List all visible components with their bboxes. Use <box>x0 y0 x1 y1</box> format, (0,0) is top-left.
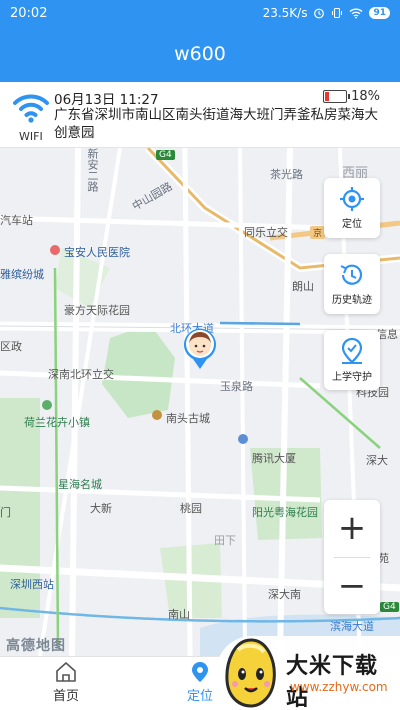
tab-home[interactable]: 首页 <box>26 661 106 709</box>
map-label: 京 <box>310 226 326 239</box>
connection-label: WIFI <box>19 130 43 143</box>
map-label: 荷兰花卉小镇 <box>24 416 90 429</box>
map-label: 深大南 <box>268 588 301 601</box>
crosshair-icon <box>340 187 364 211</box>
tab-home-label: 首页 <box>52 689 79 704</box>
map-label: 玉泉路 <box>220 380 253 393</box>
map-label: 田下 <box>214 534 236 547</box>
hospital-icon <box>50 245 60 255</box>
vibrate-icon <box>332 7 343 19</box>
status-bar: 20:02 23.5K/s 91 <box>0 0 400 26</box>
map-label: 汽车站 <box>0 214 33 227</box>
building-icon <box>238 434 248 444</box>
locate-label: 定位 <box>342 219 362 230</box>
device-connection: WIFI <box>12 90 52 143</box>
map-label: 阳光粤海花园 <box>252 506 318 519</box>
map-label: 同乐立交 <box>244 226 288 239</box>
home-icon <box>56 662 76 682</box>
map-label: 新安二路 <box>86 148 99 192</box>
map-label: 茶光路 <box>270 168 303 181</box>
tab-location-label: 定位 <box>186 689 213 704</box>
zoom-out-button[interactable]: − <box>324 558 380 614</box>
map-label: 滨海大道 <box>330 620 374 633</box>
battery-percent: 18% <box>351 89 380 104</box>
history-track-button[interactable]: 历史轨迹 <box>324 254 380 314</box>
battery-icon: 91 <box>369 7 390 19</box>
location-pin-icon <box>192 662 208 682</box>
watermark-url: www.zzhyw.com <box>290 680 388 694</box>
map-label: 门 <box>0 506 11 519</box>
school-guard-button[interactable]: 上学守护 <box>324 330 380 390</box>
map-label: 腾讯大厦 <box>252 452 296 465</box>
wifi-icon <box>13 94 49 123</box>
history-icon <box>340 264 363 285</box>
battery-icon <box>323 90 351 103</box>
device-info-panel: WIFI 06月13日 11:27 18% 广东省深圳市南山区南头街道海大班门弄… <box>0 82 400 148</box>
map-view[interactable]: 新安二路 G4 茶光路 西丽 中山园路 汽车站 同乐立交 京 宝安人民医院 雅缤… <box>0 148 400 656</box>
locate-button[interactable]: 定位 <box>324 178 380 238</box>
landmark-icon <box>152 410 162 420</box>
map-provider-logo: 高德地图 <box>6 638 66 654</box>
map-label: 深南北环立交 <box>48 368 114 381</box>
map-label: 星海名城 <box>58 478 102 491</box>
device-battery: 18% <box>323 89 380 104</box>
map-label: 豪方天际花园 <box>64 304 130 317</box>
map-label: 南山 <box>168 608 190 621</box>
map-label: 桃园 <box>180 502 202 515</box>
zoom-control: + − <box>324 500 380 614</box>
wifi-icon <box>350 8 363 19</box>
map-label: 深大 <box>366 454 388 467</box>
title-bar: w600 <box>0 26 400 82</box>
network-speed: 23.5K/s <box>262 6 308 20</box>
site-watermark: 大米下载站 www.zzhyw.com <box>216 636 400 710</box>
device-location-marker[interactable] <box>182 326 218 370</box>
zoom-in-button[interactable]: + <box>324 500 380 556</box>
map-label: 朗山 <box>292 280 314 293</box>
map-label: 区政 <box>0 340 22 353</box>
shield-pin-icon <box>341 337 363 364</box>
park-icon <box>42 400 52 410</box>
map-label: 雅缤纷城 <box>0 268 44 281</box>
map-label: 深圳西站 <box>10 578 54 591</box>
watermark-title: 大米下载站 <box>286 654 379 710</box>
map-label: G4 <box>380 602 399 612</box>
map-label: 大新 <box>90 502 112 515</box>
page-title: w600 <box>174 43 226 65</box>
rice-mascot-icon <box>225 638 276 708</box>
device-address: 广东省深圳市南山区南头街道海大班门弄釜私房菜海大创意园 <box>54 107 378 141</box>
child-avatar-icon <box>184 328 216 369</box>
map-label: G4 <box>156 150 175 160</box>
device-datetime: 06月13日 11:27 <box>54 92 159 108</box>
battery-fill <box>325 92 330 101</box>
map-label: 宝安人民医院 <box>64 246 130 259</box>
school-guard-label: 上学守护 <box>332 372 372 383</box>
status-time: 20:02 <box>10 5 48 21</box>
history-label: 历史轨迹 <box>332 295 372 306</box>
map-label: 南头古城 <box>166 412 210 425</box>
status-right: 23.5K/s 91 <box>263 6 390 20</box>
alarm-icon <box>314 8 325 19</box>
